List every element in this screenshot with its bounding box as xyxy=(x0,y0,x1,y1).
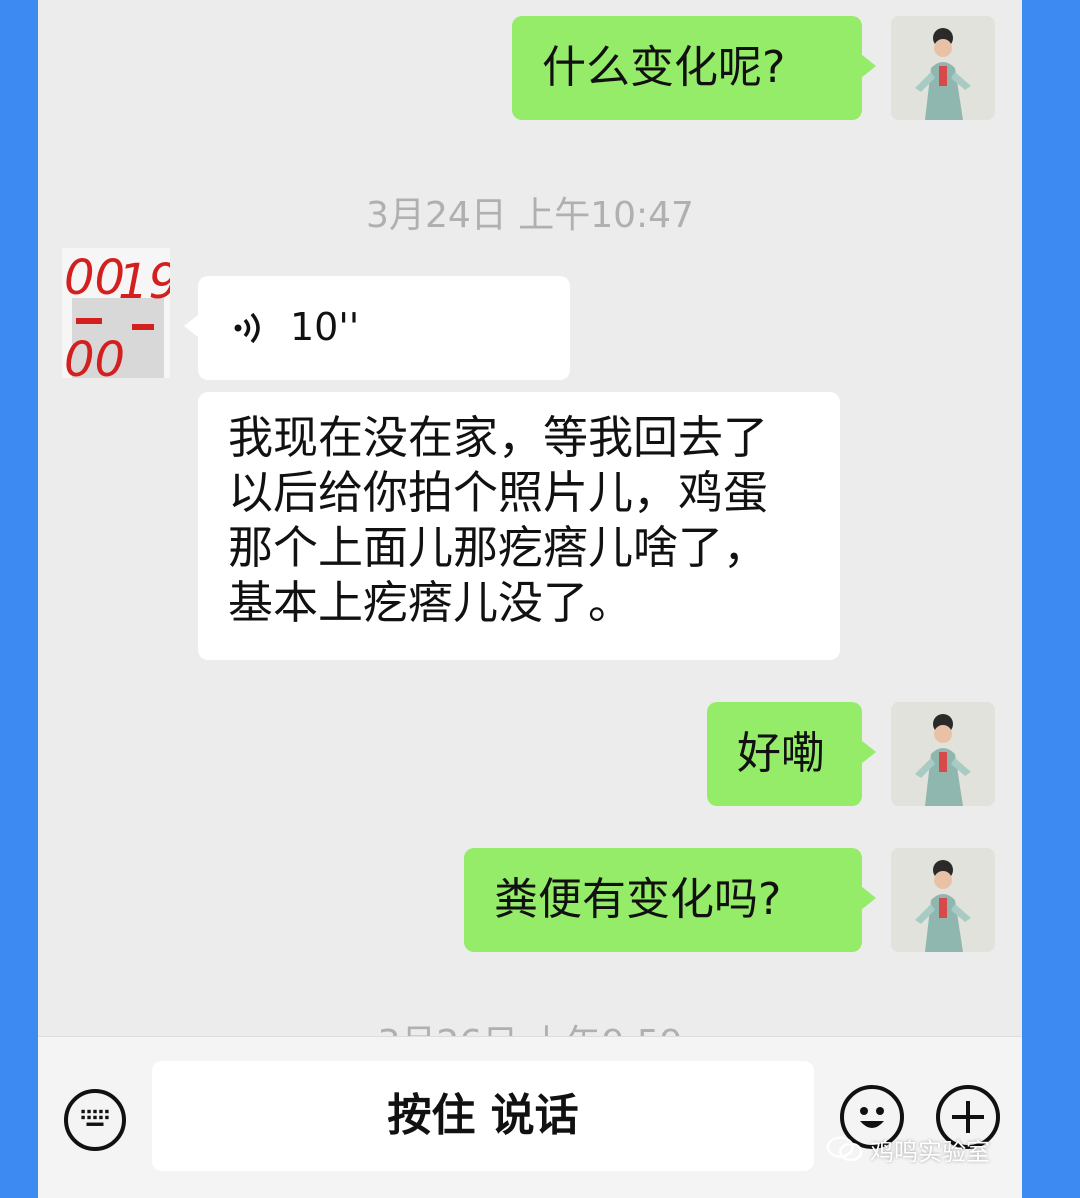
avatar-figure-image xyxy=(891,16,995,120)
watermark-text: 鸡鸣实验室 xyxy=(870,1138,990,1166)
contact-avatar[interactable]: 00 19 00 xyxy=(62,248,170,378)
chat-input-bar: 按住 说话 xyxy=(38,1036,1022,1198)
message-text: 什么变化呢? xyxy=(542,42,786,93)
svg-text:00: 00 xyxy=(64,250,125,306)
message-timestamp: 3月24日 上午10:47 xyxy=(366,195,694,236)
voice-wave-icon xyxy=(234,312,260,344)
my-avatar[interactable] xyxy=(891,848,995,952)
sent-message-bubble[interactable]: 好嘞 xyxy=(707,702,876,806)
message-line: 以后给你拍个照片儿，鸡蛋 xyxy=(228,466,769,519)
sent-message-bubble[interactable]: 粪便有变化吗? xyxy=(464,848,876,952)
message-line: 我现在没在家，等我回去了 xyxy=(228,411,769,464)
my-avatar[interactable] xyxy=(891,16,995,120)
avatar-figure-image xyxy=(891,848,995,952)
contact-avatar-image: 00 19 00 xyxy=(62,248,170,378)
keyboard-toggle-button[interactable] xyxy=(64,1089,126,1151)
voice-message-bubble[interactable]: 10'' xyxy=(184,276,570,380)
message-text: 粪便有变化吗? xyxy=(494,874,782,925)
avatar-figure-image xyxy=(891,702,995,806)
message-line: 那个上面儿那疙瘩儿啥了， xyxy=(228,521,769,574)
wechat-logo-icon xyxy=(826,1136,863,1162)
sent-message-bubble[interactable]: 什么变化呢? xyxy=(512,16,876,120)
svg-text:19: 19 xyxy=(118,254,170,310)
keyboard-icon xyxy=(81,1109,109,1126)
svg-text:00: 00 xyxy=(64,332,125,378)
voice-duration: 10'' xyxy=(290,305,360,349)
hold-to-talk-button[interactable]: 按住 说话 xyxy=(152,1061,814,1171)
message-line: 基本上疙瘩儿没了。 xyxy=(228,576,634,629)
chat-screen: 什么变化呢? 3月24日 上午10:47 00 19 00 xyxy=(38,0,1022,1198)
received-message-bubble[interactable]: 我现在没在家，等我回去了 以后给你拍个照片儿，鸡蛋 那个上面儿那疙瘩儿啥了， 基… xyxy=(198,392,840,660)
message-text: 好嘞 xyxy=(737,728,825,779)
my-avatar[interactable] xyxy=(891,702,995,806)
